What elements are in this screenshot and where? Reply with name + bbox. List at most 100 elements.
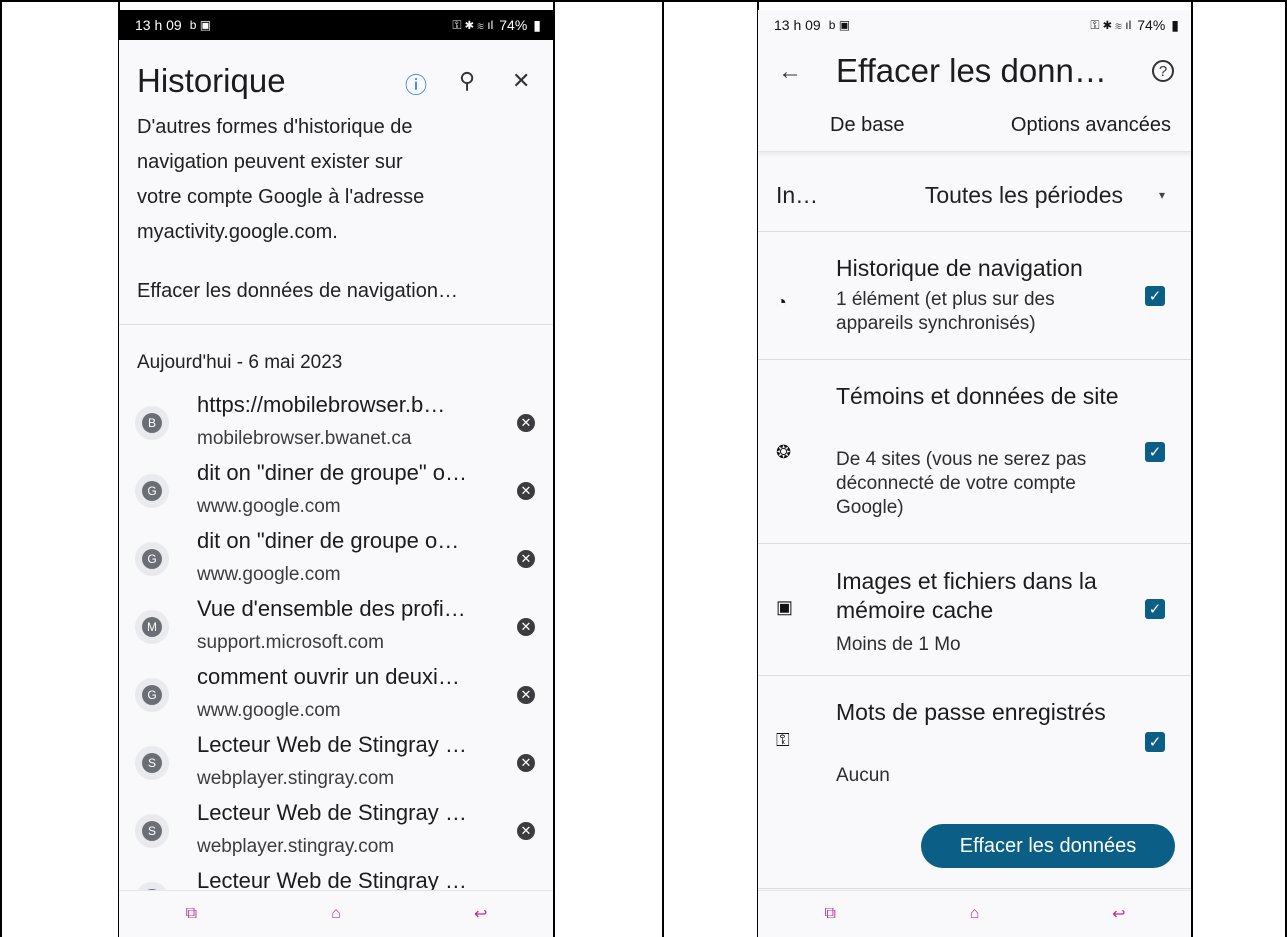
history-item-title: Vue d'ensemble des profi… (197, 596, 466, 621)
top-app-bar: Historique ⓘ ⚲ ✕ (119, 40, 553, 120)
cookie-icon: ❂ (776, 442, 792, 462)
status-bar: 13 h 09 b ▣ ⚿ ✱ ≋ ıl 74% ▮ (758, 10, 1191, 40)
favicon: S (135, 746, 169, 780)
option-title: Témoins et données de site (836, 383, 1119, 409)
right-phone-edge-right (1191, 0, 1193, 937)
home-icon[interactable]: ⌂ (944, 905, 1004, 923)
option-cache[interactable]: ▣ Images et fichiers dans la mémoire cac… (758, 565, 1191, 675)
tab-basic[interactable]: De base (830, 114, 905, 137)
time-range-select[interactable]: In… Toutes les périodes ▾ (758, 166, 1191, 231)
divider (758, 231, 1191, 232)
time-range-label: In… (776, 182, 819, 208)
time-range-value: Toutes les périodes (924, 182, 1123, 208)
history-item[interactable]: G dit on "diner de groupe" o… www.google… (119, 460, 553, 528)
remove-icon[interactable]: ✕ (517, 686, 535, 704)
favicon-letter: B (142, 413, 162, 433)
favicon: S (135, 814, 169, 848)
option-passwords[interactable]: ⚿ Mots de passe enregistrés Aucun ✓ (758, 698, 1191, 808)
option-browsing-history[interactable]: ◔ Historique de navigation 1 élément (et… (758, 250, 1191, 360)
clear-browsing-data-link[interactable]: Effacer les données de navigation… (137, 280, 458, 303)
option-cookies[interactable]: ❂ Témoins et données de site De 4 sites … (758, 380, 1191, 540)
favicon-letter: G (142, 685, 162, 705)
history-item-title: Lecteur Web de Stingray … (197, 732, 467, 757)
divider (758, 675, 1191, 676)
notification-icons: b ▣ (828, 18, 851, 32)
dropdown-caret-icon: ▾ (1158, 188, 1165, 202)
battery-level: 74% (1137, 17, 1166, 33)
history-item-title: Lecteur Web de Stingray … (197, 868, 467, 892)
option-subtitle: Moins de 1 Mo (836, 634, 961, 655)
home-icon[interactable]: ⌂ (306, 905, 366, 923)
info-line: votre compte Google à l'adresse (137, 186, 425, 208)
recent-apps-icon[interactable]: ⧉ (161, 905, 221, 923)
info-line: navigation peuvent exister sur (137, 151, 403, 173)
history-item-title: comment ouvrir un deuxi… (197, 664, 460, 689)
status-right: ⚿ ✱ ≋ ıl 74% ▮ (1090, 17, 1179, 34)
tab-advanced[interactable]: Options avancées (1011, 114, 1171, 137)
back-icon[interactable]: ↩ (1089, 904, 1149, 924)
history-item[interactable]: S Lecteur Web de Stingray … (119, 868, 553, 892)
favicon: G (135, 678, 169, 712)
remove-icon[interactable]: ✕ (517, 414, 535, 432)
checkbox[interactable]: ✓ (1145, 599, 1165, 619)
info-paragraph: D'autres formes d'historique de navigati… (137, 110, 517, 250)
history-item[interactable]: B https://mobilebrowser.b… mobilebrowser… (119, 392, 553, 460)
battery-icon: ▮ (533, 16, 541, 33)
recent-apps-icon[interactable]: ⧉ (800, 905, 860, 923)
remove-icon[interactable]: ✕ (517, 754, 535, 772)
favicon: G (135, 542, 169, 576)
option-subtitle: Aucun (836, 765, 890, 786)
image-icon: ▣ (776, 597, 794, 617)
history-item-url: www.google.com (197, 700, 341, 721)
history-item-title: https://mobilebrowser.b… (197, 392, 446, 417)
remove-icon[interactable]: ✕ (517, 822, 535, 840)
help-icon[interactable]: ? (1152, 60, 1174, 82)
back-arrow-icon[interactable]: ← (778, 58, 802, 86)
favicon: G (135, 474, 169, 508)
page-title: Effacer les donn… (836, 52, 1107, 89)
back-icon[interactable]: ↩ (451, 904, 511, 924)
clear-data-button[interactable]: Effacer les données (921, 824, 1175, 868)
info-line: D'autres formes d'historique de (137, 116, 413, 138)
option-title: Mots de passe enregistrés (836, 699, 1106, 725)
status-bar: 13 h 09 b ▣ ⚿ ✱ ≋ ıl 74% ▮ (119, 10, 553, 40)
checkbox[interactable]: ✓ (1145, 442, 1165, 462)
remove-icon[interactable]: ✕ (517, 618, 535, 636)
battery-icon: ▮ (1171, 16, 1179, 33)
option-subtitle: De 4 sites (vous ne serez pas déconnecté… (836, 449, 1087, 518)
history-item[interactable]: M Vue d'ensemble des profi… support.micr… (119, 596, 553, 664)
favicon-letter: G (142, 481, 162, 501)
divider (119, 324, 553, 325)
history-item-url: www.google.com (197, 564, 341, 585)
key-icon: ⚿ (776, 730, 790, 750)
frame-top (0, 0, 1287, 2)
history-item[interactable]: S Lecteur Web de Stingray … webplayer.st… (119, 732, 553, 800)
favicon-letter: M (142, 617, 162, 637)
history-item[interactable]: G comment ouvrir un deuxi… www.google.co… (119, 664, 553, 732)
history-item-title: dit on "diner de groupe" o… (197, 460, 468, 485)
favicon: B (135, 406, 169, 440)
history-screen: 13 h 09 b ▣ ⚿ ✱ ≋ ıl 74% ▮ Historique ⓘ … (119, 10, 553, 937)
status-time: 13 h 09 (135, 17, 182, 33)
checkbox[interactable]: ✓ (1145, 732, 1165, 752)
favicon-letter: G (142, 549, 162, 569)
battery-level: 74% (499, 17, 528, 33)
clear-data-screen: 13 h 09 b ▣ ⚿ ✱ ≋ ıl 74% ▮ ← Effacer les… (758, 10, 1191, 937)
status-time: 13 h 09 (774, 17, 821, 33)
frame-middle (662, 0, 664, 937)
divider (758, 543, 1191, 544)
favicon-letter: S (142, 821, 162, 841)
status-right: ⚿ ✱ ≋ ıl 74% ▮ (452, 17, 541, 34)
close-icon[interactable]: ✕ (512, 68, 530, 94)
signal-icons: ⚿ ✱ ≋ ıl (452, 17, 494, 32)
history-item-url: webplayer.stingray.com (197, 768, 395, 789)
divider (758, 359, 1191, 360)
checkbox[interactable]: ✓ (1145, 286, 1165, 306)
history-item-title: Lecteur Web de Stingray … (197, 800, 467, 825)
remove-icon[interactable]: ✕ (517, 482, 535, 500)
history-item[interactable]: G dit on "diner de groupe o… www.google.… (119, 528, 553, 596)
search-icon[interactable]: ⚲ (459, 68, 475, 94)
info-icon[interactable]: ⓘ (405, 68, 427, 100)
history-item[interactable]: S Lecteur Web de Stingray … webplayer.st… (119, 800, 553, 868)
remove-icon[interactable]: ✕ (517, 550, 535, 568)
